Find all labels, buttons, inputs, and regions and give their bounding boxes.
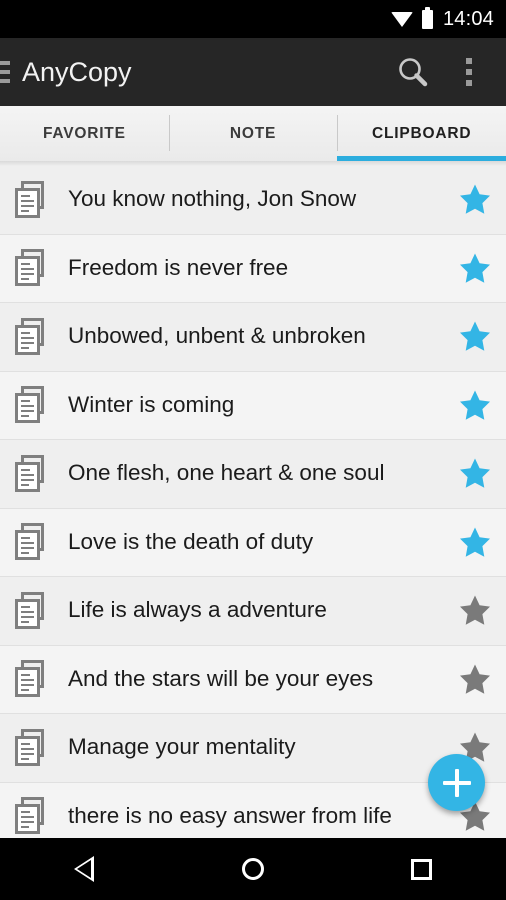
list-item[interactable]: Winter is coming [0,371,506,440]
list-item-text: And the stars will be your eyes [68,666,374,691]
list-item[interactable]: You know nothing, Jon Snow [0,166,506,235]
tab-note-label: NOTE [229,124,277,142]
home-circle-icon [242,858,264,880]
search-icon[interactable] [385,38,441,106]
tab-bar: FAVORITE NOTE CLIPBOARD [0,106,506,161]
battery-icon [421,6,433,29]
list-item-text: One flesh, one heart & one soul [68,461,385,486]
copy-document-icon [14,248,52,288]
copy-document-icon [14,728,52,768]
recents-button[interactable] [337,838,506,900]
tab-clipboard[interactable]: CLIPBOARD [337,106,506,161]
tab-favorite-label: FAVORITE [42,124,126,142]
list-item[interactable]: Unbowed, unbent & unbroken [0,303,506,372]
clipboard-list[interactable]: You know nothing, Jon Snow Freedom is nev… [0,166,506,838]
add-button[interactable] [428,754,485,811]
status-bar-clock: 14:04 [442,8,494,30]
copy-document-icon [14,385,52,425]
copy-document-icon [14,522,52,562]
list-item-text: there is no easy answer from life [68,803,392,828]
star-icon-filled[interactable] [444,234,506,302]
status-bar: 14:04 [0,0,506,38]
list-item[interactable]: Freedom is never free [0,234,506,303]
list-item-text: Freedom is never free [68,255,289,280]
list-item-text: Manage your mentality [68,735,296,760]
app-title: AnyCopy [22,56,132,87]
star-icon-filled[interactable] [444,166,506,234]
list-item[interactable]: Love is the death of duty [0,508,506,577]
plus-icon [454,768,459,797]
copy-document-icon [14,180,52,220]
list-item[interactable]: One flesh, one heart & one soul [0,440,506,509]
star-icon-filled[interactable] [444,440,506,508]
hamburger-menu-icon[interactable] [0,38,10,106]
action-bar: AnyCopy [0,38,506,106]
list-item-text: You know nothing, Jon Snow [68,187,357,212]
star-icon-filled[interactable] [444,371,506,439]
tab-clipboard-label: CLIPBOARD [372,124,472,142]
home-button[interactable] [169,838,338,900]
copy-document-icon [14,591,52,631]
list-item-text: Unbowed, unbent & unbroken [68,324,366,349]
app-screen: 14:04 AnyCopy FAVORITE NOTE CLIPBOARD Yo… [0,0,506,900]
recents-square-icon [411,858,433,880]
list-item-text: Love is the death of duty [68,529,314,554]
star-icon-empty[interactable] [444,577,506,645]
system-navigation-bar [0,838,506,900]
list-item-text: Winter is coming [68,392,235,417]
tab-note[interactable]: NOTE [168,106,338,161]
back-triangle-icon [74,856,95,882]
overflow-menu-icon[interactable] [441,38,497,106]
copy-document-icon [14,659,52,699]
copy-document-icon [14,454,52,494]
list-item[interactable]: And the stars will be your eyes [0,645,506,714]
copy-document-icon [14,796,52,836]
copy-document-icon [14,317,52,357]
star-icon-filled[interactable] [444,303,506,371]
star-icon-filled[interactable] [444,508,506,576]
star-icon-empty[interactable] [444,645,506,713]
list-item-text: Life is always a adventure [68,598,327,623]
wifi-icon [390,11,413,27]
back-button[interactable] [0,838,169,900]
list-item[interactable]: Life is always a adventure [0,577,506,646]
tab-favorite[interactable]: FAVORITE [0,106,169,161]
